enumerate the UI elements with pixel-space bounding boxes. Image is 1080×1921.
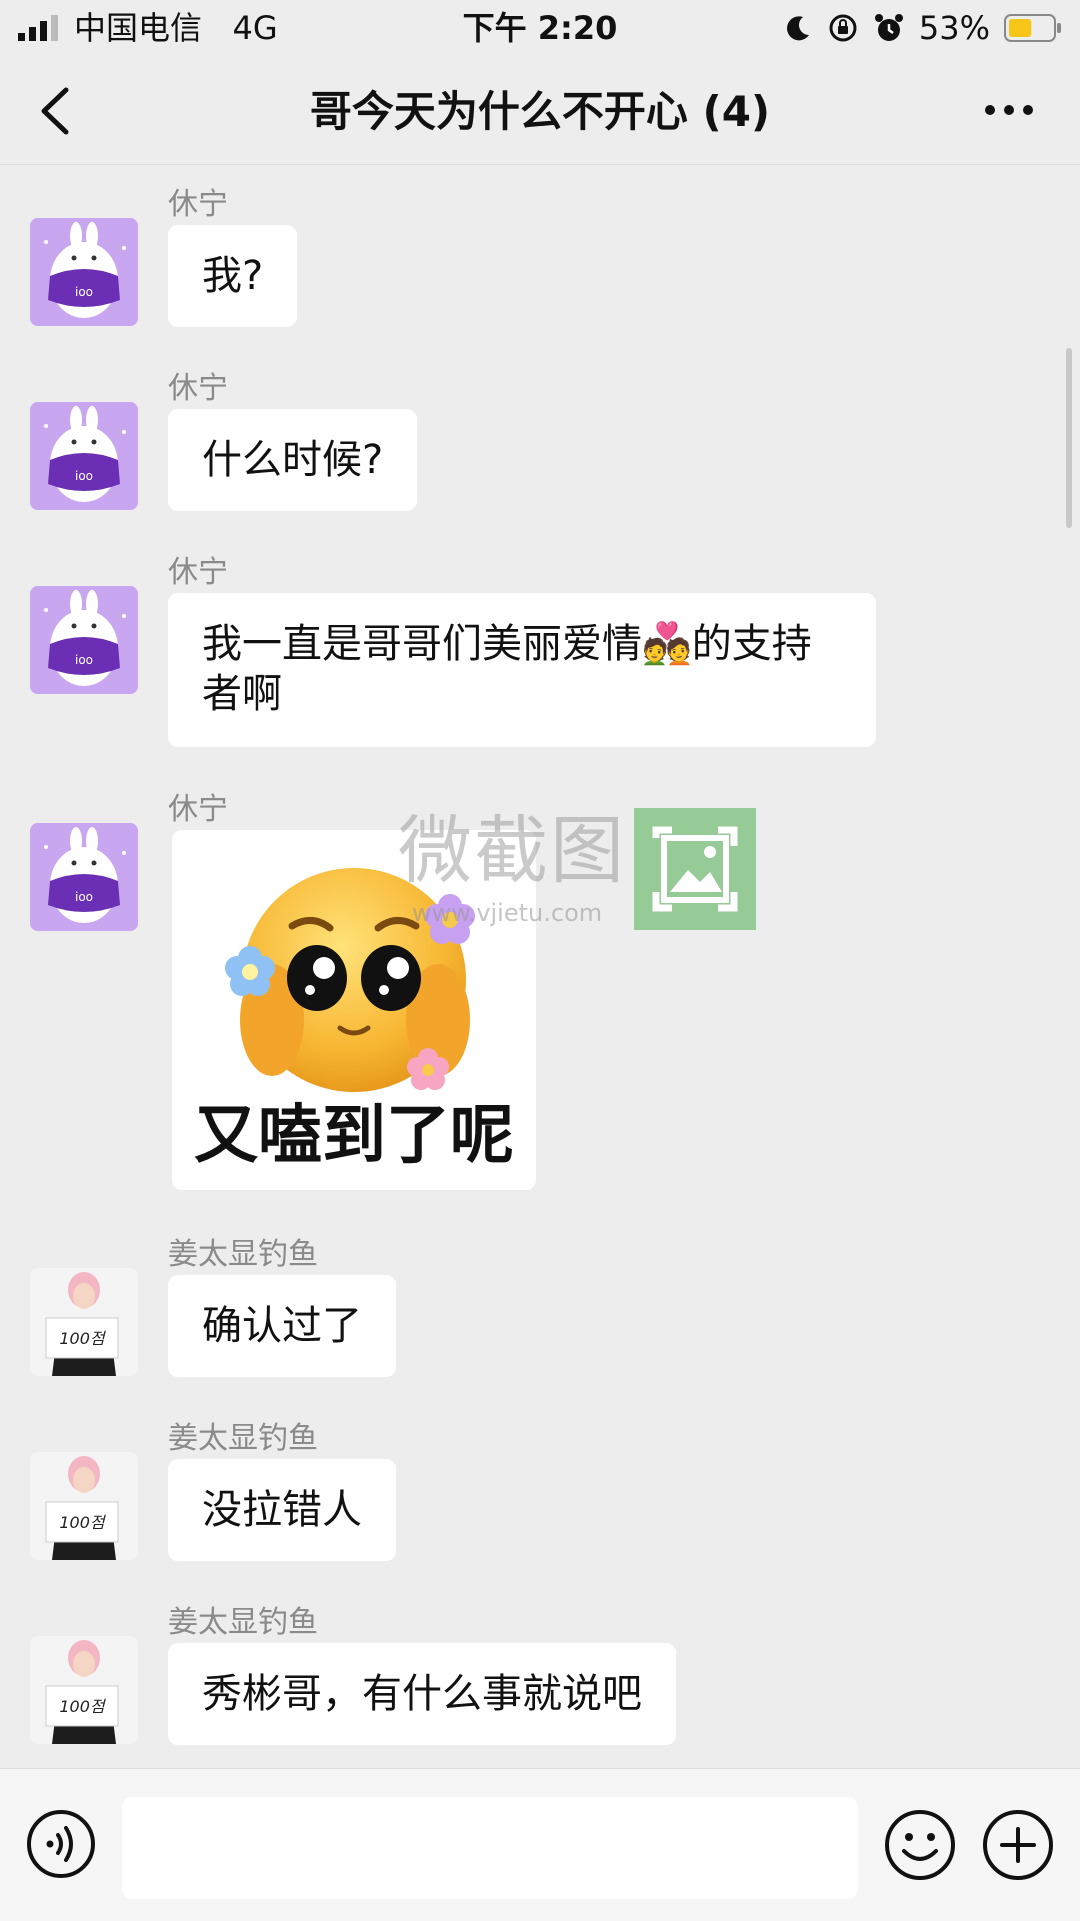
- sender-name: 姜太显钓鱼: [168, 1421, 318, 1456]
- message-row: 100점 姜太显钓鱼 没拉错人: [0, 1419, 1080, 1579]
- chat-header: 哥今天为什么不开心 (4): [0, 56, 1080, 165]
- avatar-sign-text: 100점: [59, 1697, 107, 1716]
- message-row: 100점 姜太显钓鱼 秀彬哥，有什么事就说吧: [0, 1603, 1080, 1763]
- bunny-avatar[interactable]: [30, 586, 138, 694]
- message-bubble[interactable]: 我?: [168, 225, 298, 327]
- sender-name: 休宁: [168, 555, 228, 590]
- rotation-lock-icon: [829, 14, 857, 42]
- message-row: 休宁 什么时候?: [0, 369, 1080, 529]
- message-row: 休宁 我?: [0, 185, 1080, 345]
- sender-name: 休宁: [168, 187, 228, 222]
- chat-title: 哥今天为什么不开心 (4): [309, 87, 771, 136]
- image-icon: [652, 826, 738, 912]
- sticker-caption: 又嗑到了呢: [194, 1099, 514, 1173]
- status-icons: 53%: [783, 10, 1062, 46]
- message-bubble[interactable]: 什么时候?: [168, 409, 418, 511]
- battery-percent: 53%: [918, 9, 990, 47]
- input-bar: [0, 1768, 1080, 1921]
- message-text: 我一直是哥哥们美丽爱情💑的支持者啊: [202, 621, 812, 717]
- message-text: 我?: [202, 253, 264, 299]
- status-bar: 中国电信 4G 下午 2:20 53%: [0, 0, 1080, 56]
- voice-icon[interactable]: [26, 1809, 96, 1879]
- message-row: 100점 姜太显钓鱼 确认过了: [0, 1235, 1080, 1395]
- message-text: 确认过了: [202, 1303, 362, 1349]
- battery-icon: [1004, 14, 1061, 42]
- person-sign-avatar[interactable]: 100점: [30, 1636, 138, 1744]
- alarm-icon: [874, 14, 903, 41]
- moon-icon: [786, 16, 809, 41]
- person-sign-avatar[interactable]: 100점: [30, 1268, 138, 1376]
- message-text: 什么时候?: [202, 437, 384, 483]
- message-bubble[interactable]: 确认过了: [168, 1275, 396, 1377]
- sender-name: 姜太显钓鱼: [168, 1237, 318, 1272]
- person-sign-avatar[interactable]: 100점: [30, 1452, 138, 1560]
- sender-name: 姜太显钓鱼: [168, 1605, 318, 1640]
- plus-icon[interactable]: [982, 1809, 1054, 1881]
- message-bubble[interactable]: 没拉错人: [168, 1459, 396, 1561]
- bunny-avatar[interactable]: [30, 218, 138, 326]
- message-text: 没拉错人: [202, 1487, 362, 1533]
- sender-name: 休宁: [168, 371, 228, 406]
- message-bubble[interactable]: 我一直是哥哥们美丽爱情💑的支持者啊: [168, 593, 876, 747]
- more-icon[interactable]: [984, 100, 1034, 120]
- message-text: 秀彬哥，有什么事就说吧: [202, 1671, 642, 1717]
- watermark-text: 微截图: [398, 808, 626, 894]
- sender-name: 休宁: [168, 792, 228, 827]
- bunny-avatar[interactable]: [30, 823, 138, 931]
- avatar-sign-text: 100점: [59, 1513, 107, 1532]
- message-row: 休宁 我一直是哥哥们美丽爱情💑的支持者啊: [0, 553, 1080, 763]
- watermark-logo: [634, 808, 756, 930]
- bunny-avatar[interactable]: [30, 402, 138, 510]
- message-bubble[interactable]: 秀彬哥，有什么事就说吧: [168, 1643, 676, 1745]
- watermark-url: www.vjietu.com: [412, 899, 603, 927]
- emoji-icon[interactable]: [884, 1809, 956, 1881]
- message-input[interactable]: [122, 1797, 858, 1899]
- avatar-sign-text: 100점: [59, 1329, 107, 1348]
